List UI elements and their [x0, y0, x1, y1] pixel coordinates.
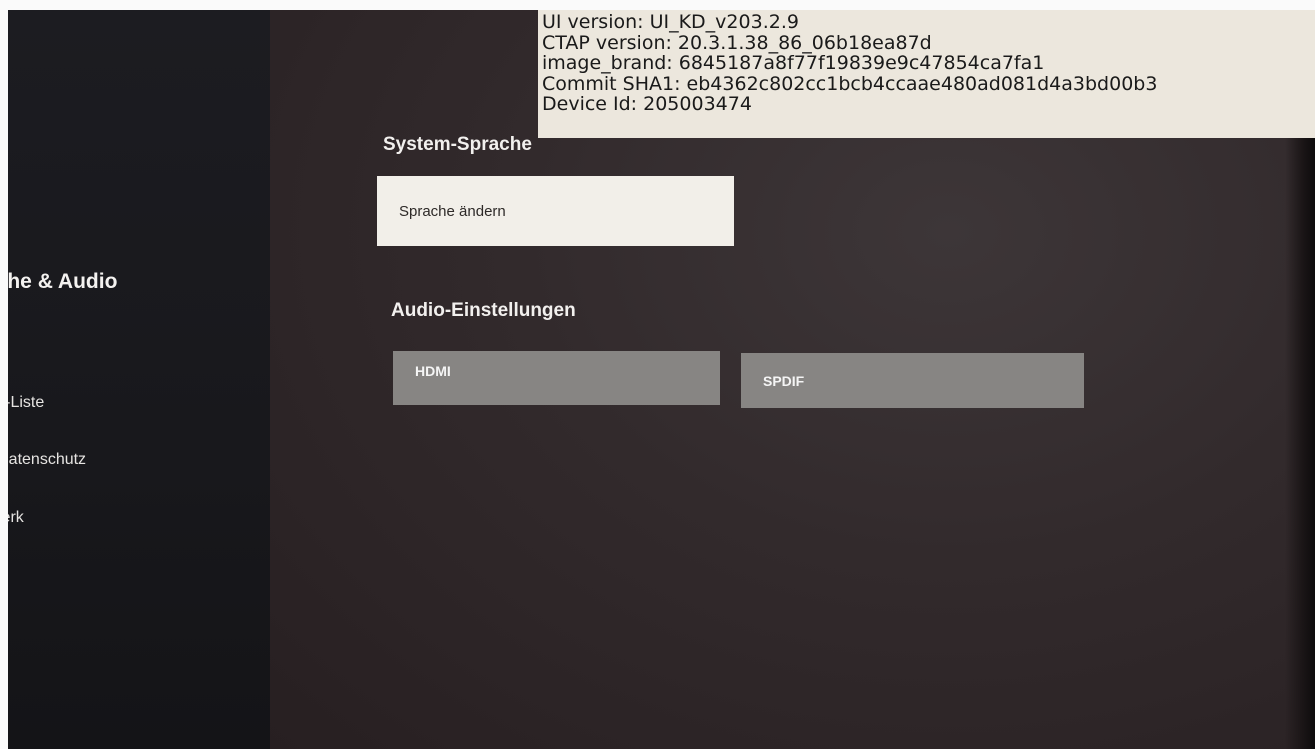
change-language-button[interactable]: Sprache ändern [377, 176, 734, 246]
sidebar-item-sprache-audio[interactable]: ache & Audio [8, 270, 117, 294]
sidebar-item-sender-liste[interactable]: der-Liste [8, 394, 44, 412]
device-id-text: Device Id: 205003474 [542, 93, 752, 115]
commit-sha1-text: Commit SHA1: eb4362c802cc1bcb4ccaae480ad… [542, 72, 1158, 95]
ctap-version-text: CTAP version: 20.3.1.38_86_06b18ea87d [542, 31, 932, 54]
tv-photo-frame: ache & Audio der-Liste & Datenschutz zwe… [0, 0, 1315, 749]
audio-settings-title: Audio-Einstellungen [391, 300, 576, 321]
image-brand-text: image_brand: 6845187a8f77f19839e9c47854c… [542, 52, 1045, 74]
spdif-button[interactable]: SPDIF [741, 353, 1084, 408]
debug-info-overlay: UI version: UI_KD_v203.2.9 CTAP version:… [538, 10, 1315, 138]
sidebar-item-netzwerk[interactable]: zwerk [8, 509, 24, 527]
sidebar-item-datenschutz[interactable]: & Datenschutz [8, 451, 86, 469]
hdmi-button[interactable]: HDMI [393, 351, 720, 405]
settings-sidebar: ache & Audio der-Liste & Datenschutz zwe… [8, 10, 270, 749]
ui-version-text: UI version: UI_KD_v203.2.9 [542, 11, 799, 33]
system-language-title: System-Sprache [383, 134, 532, 155]
